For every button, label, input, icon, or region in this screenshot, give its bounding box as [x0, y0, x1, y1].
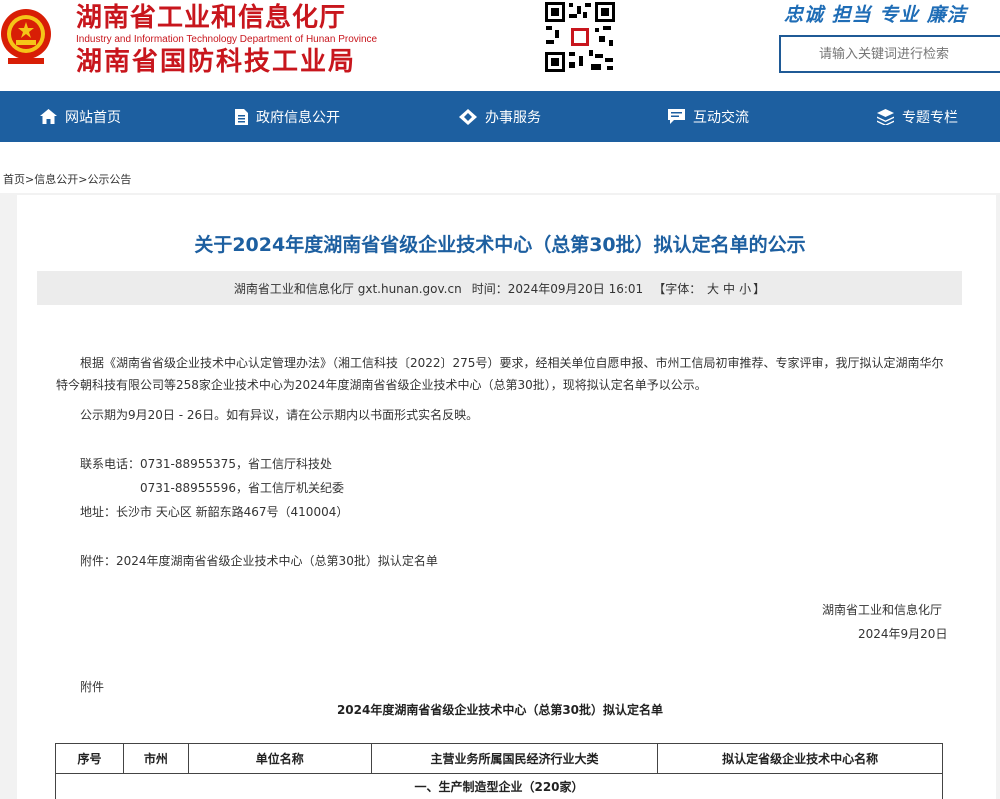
article-title: 关于2024年度湖南省省级企业技术中心（总第30批）拟认定名单的公示	[194, 234, 806, 256]
site-titles: 湖南省工业和信息化厅 Industry and Information Tech…	[76, 2, 377, 78]
attachment-link[interactable]: 2024年度湖南省省级企业技术中心（总第30批）拟认定名单	[116, 554, 438, 568]
document-icon	[235, 108, 248, 125]
font-size-medium-button[interactable]: 中	[723, 282, 735, 296]
nav-item-label: 网站首页	[65, 109, 121, 126]
site-header: 湖南省工业和信息化厅 Industry and Information Tech…	[0, 0, 1000, 91]
contact-address: 地址：长沙市 天心区 新韶东路467号（410004）	[80, 505, 349, 519]
breadcrumb-info-public[interactable]: 信息公开	[34, 173, 78, 186]
nav-item-label: 办事服务	[485, 109, 541, 126]
breadcrumb: 首页>信息公开>公示公告	[3, 171, 131, 187]
table-section-label: 一、生产制造型企业（220家）	[55, 773, 943, 799]
font-size-large-button[interactable]: 大	[707, 282, 719, 296]
nav-item-topics[interactable]: 专题专栏	[877, 91, 958, 142]
national-emblem-icon	[1, 9, 51, 64]
col-header-company: 单位名称	[187, 743, 372, 774]
contact-phone-1: 联系电话：0731-88955375，省工信厅科技处	[80, 457, 332, 471]
breadcrumb-notices[interactable]: 公示公告	[87, 173, 131, 186]
font-size-label: 【字体：	[653, 281, 702, 296]
font-size-small-button[interactable]: 小	[739, 282, 751, 296]
col-header-center-name: 拟认定省级企业技术中心名称	[657, 743, 943, 774]
font-size-end: 】	[753, 281, 766, 296]
article-paragraph: 根据《湖南省省级企业技术中心认定管理办法》（湘工信科技〔2022〕275号）要求…	[56, 356, 944, 392]
table-header-row: 序号 市州 单位名称 主营业务所属国民经济行业大类 拟认定省级企业技术中心名称	[55, 743, 943, 774]
qr-code-icon	[543, 0, 617, 74]
nav-item-label: 专题专栏	[902, 109, 958, 126]
table-section-row: 一、生产制造型企业（220家）	[55, 773, 943, 799]
table-caption: 2024年度湖南省省级企业技术中心（总第30批）拟认定名单	[336, 703, 664, 717]
appendix-label: 附件	[80, 680, 105, 694]
signature-org: 湖南省工业和信息化厅	[822, 603, 943, 617]
chat-icon	[668, 108, 685, 124]
nominee-table: 序号 市州 单位名称 主营业务所属国民经济行业大类 拟认定省级企业技术中心名称 …	[55, 743, 943, 799]
breadcrumb-separator: >	[25, 173, 35, 186]
article-time: 时间：2024年09月20日 16:01	[471, 281, 644, 296]
breadcrumb-home[interactable]: 首页	[3, 173, 25, 186]
diamond-icon	[459, 108, 477, 125]
nav-item-home[interactable]: 网站首页	[40, 91, 121, 142]
nav-item-services[interactable]: 办事服务	[459, 91, 541, 142]
article-source: 湖南省工业和信息化厅 gxt.hunan.gov.cn	[233, 281, 462, 296]
nav-item-gov-info[interactable]: 政府信息公开	[235, 91, 340, 142]
article-paragraph: 公示期为9月20日 - 26日。如有异议，请在公示期内以书面形式实名反映。	[80, 408, 479, 422]
site-title-bureau[interactable]: 湖南省国防科技工业局	[76, 46, 377, 78]
main-nav: 网站首页 政府信息公开 办事服务 互动交流 专题专栏	[0, 91, 1000, 142]
layers-icon	[877, 108, 894, 125]
attachment-line: 附件：2024年度湖南省省级企业技术中心（总第30批）拟认定名单	[80, 552, 438, 569]
col-header-index: 序号	[55, 743, 124, 774]
site-title-dept[interactable]: 湖南省工业和信息化厅	[76, 2, 377, 34]
attachment-label: 附件：	[80, 554, 117, 568]
nav-item-interaction[interactable]: 互动交流	[668, 91, 749, 142]
article-meta-bar: 湖南省工业和信息化厅 gxt.hunan.gov.cn 时间：2024年09月2…	[37, 271, 962, 305]
search-input[interactable]	[781, 37, 1000, 71]
nav-item-label: 政府信息公开	[256, 109, 340, 126]
home-icon	[40, 109, 57, 124]
font-size-switcher: 【字体： 大中小】	[653, 280, 765, 297]
signature-date: 2024年9月20日	[858, 627, 948, 641]
search-box[interactable]	[779, 35, 1000, 73]
nav-item-label: 互动交流	[693, 109, 749, 126]
contact-phone-2: 0731-88955596，省工信厅机关纪委	[140, 481, 344, 495]
col-header-industry: 主营业务所属国民经济行业大类	[370, 743, 659, 774]
slogan: 忠诚 担当 专业 廉洁	[784, 4, 967, 26]
site-title-english: Industry and Information Technology Depa…	[76, 34, 378, 45]
col-header-city: 市州	[122, 743, 189, 774]
